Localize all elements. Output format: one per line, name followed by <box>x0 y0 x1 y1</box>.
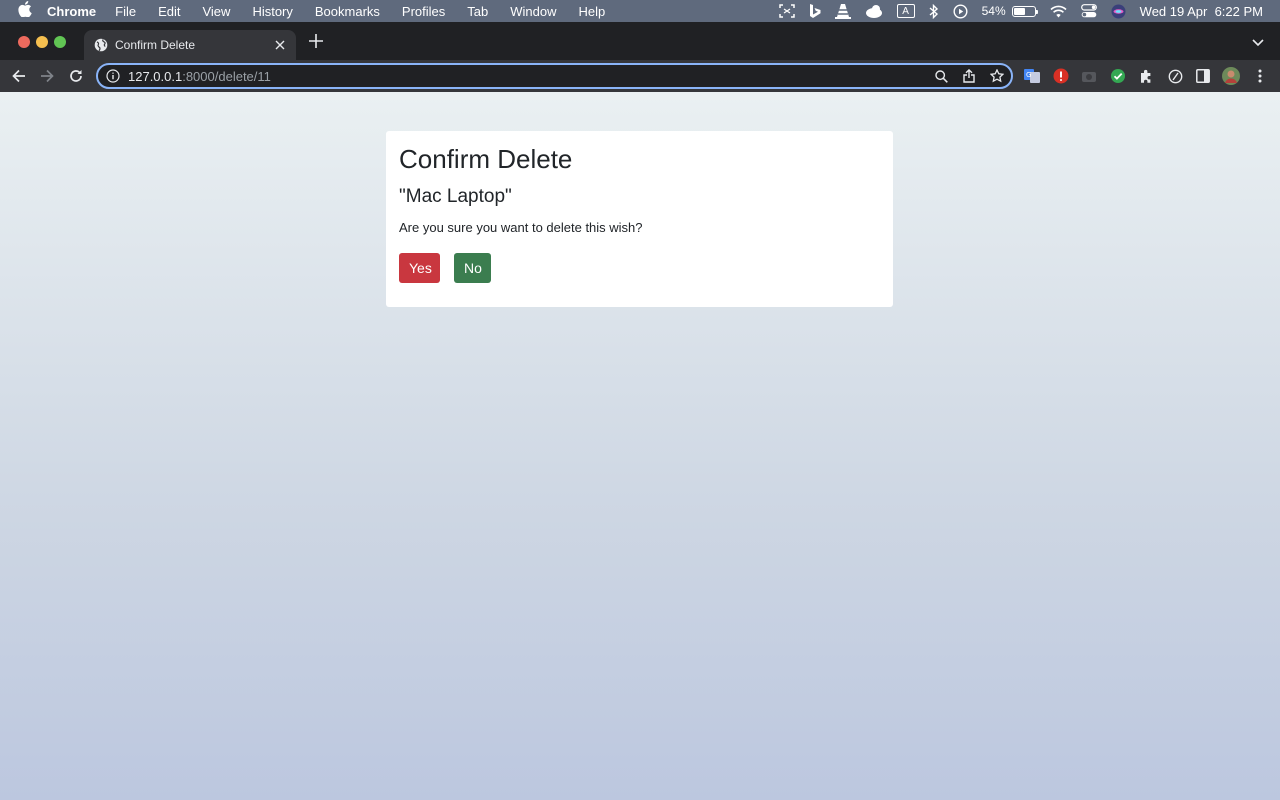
macos-menu-bar: Chrome File Edit View History Bookmarks … <box>0 0 1280 22</box>
input-source-label: A <box>896 4 915 18</box>
url-host: 127.0.0.1 <box>128 68 183 84</box>
tab-strip: Confirm Delete <box>0 22 1280 60</box>
bookmark-star-icon[interactable] <box>989 68 1005 84</box>
yes-delete-button[interactable]: Yes <box>399 253 440 283</box>
apple-menu-icon[interactable] <box>14 1 36 21</box>
tab-confirm-delete[interactable]: Confirm Delete <box>84 30 296 60</box>
checkmark-extension-icon[interactable] <box>1110 68 1126 84</box>
globe-icon <box>94 38 108 52</box>
menu-app-name[interactable]: Chrome <box>47 4 96 19</box>
page-title: Confirm Delete <box>399 144 573 174</box>
no-cancel-button[interactable]: No <box>454 253 491 283</box>
action-buttons: Yes No <box>399 253 880 283</box>
side-panel-icon[interactable] <box>1195 68 1211 84</box>
camera-extension-icon[interactable] <box>1081 68 1097 84</box>
input-source-icon[interactable]: A <box>896 4 915 18</box>
menu-help[interactable]: Help <box>579 4 606 19</box>
battery-percent: 54% <box>981 4 1006 18</box>
share-icon[interactable] <box>961 68 977 84</box>
menu-profiles[interactable]: Profiles <box>402 4 445 19</box>
battery-status[interactable]: 54% <box>981 4 1038 18</box>
media-controls-icon[interactable] <box>1167 68 1183 84</box>
minimize-window-button[interactable] <box>36 36 48 48</box>
tab-close-icon[interactable] <box>272 37 288 53</box>
wish-item-name: "Mac Laptop" <box>399 186 512 207</box>
svg-text:G: G <box>1026 71 1031 79</box>
url-text: 127.0.0.1:8000/delete/11 <box>128 69 933 84</box>
cloud-sync-icon[interactable] <box>865 4 883 18</box>
menu-window[interactable]: Window <box>510 4 556 19</box>
screen-capture-icon[interactable] <box>778 4 795 18</box>
menu-clock[interactable]: Wed 19 Apr 6:22 PM <box>1140 4 1263 19</box>
tab-search-chevron-icon[interactable] <box>1252 34 1266 48</box>
confirm-delete-card: Confirm Delete "Mac Laptop" Are you sure… <box>386 131 893 307</box>
browser-menu-kebab-icon[interactable] <box>1252 68 1268 84</box>
menu-file[interactable]: File <box>115 4 136 19</box>
siri-icon[interactable] <box>1111 4 1126 19</box>
close-window-button[interactable] <box>18 36 30 48</box>
vlc-cone-icon[interactable] <box>834 3 851 19</box>
reload-icon[interactable] <box>66 66 86 86</box>
forward-arrow-icon[interactable] <box>37 66 57 86</box>
battery-fill <box>1013 7 1025 15</box>
site-info-icon[interactable] <box>106 69 120 83</box>
menu-history[interactable]: History <box>252 4 292 19</box>
confirm-message: Are you sure you want to delete this wis… <box>399 220 643 235</box>
play-circle-icon[interactable] <box>953 3 968 19</box>
address-bar[interactable]: 127.0.0.1:8000/delete/11 <box>96 63 1013 89</box>
page-viewport: Confirm Delete "Mac Laptop" Are you sure… <box>0 92 1280 800</box>
battery-icon <box>1011 5 1038 17</box>
bing-icon[interactable] <box>809 3 821 19</box>
bluetooth-icon[interactable] <box>929 3 939 19</box>
menu-edit[interactable]: Edit <box>158 4 180 19</box>
menu-tab[interactable]: Tab <box>467 4 488 19</box>
tab-title: Confirm Delete <box>115 38 196 52</box>
wifi-icon[interactable] <box>1050 5 1067 18</box>
profile-avatar[interactable] <box>1222 67 1240 85</box>
control-center-icon[interactable] <box>1080 4 1097 18</box>
shield-extension-icon[interactable] <box>1053 68 1069 84</box>
extensions-puzzle-icon[interactable] <box>1138 68 1154 84</box>
zoom-search-icon[interactable] <box>933 68 949 84</box>
google-translate-extension-icon[interactable]: G <box>1024 68 1040 84</box>
zoom-window-button[interactable] <box>54 36 66 48</box>
url-path: :8000/delete/11 <box>182 68 271 84</box>
back-arrow-icon[interactable] <box>9 66 29 86</box>
menu-bookmarks[interactable]: Bookmarks <box>315 4 380 19</box>
new-tab-button[interactable] <box>306 32 326 52</box>
menu-view[interactable]: View <box>202 4 230 19</box>
browser-toolbar: 127.0.0.1:8000/delete/11 G <box>0 60 1280 92</box>
